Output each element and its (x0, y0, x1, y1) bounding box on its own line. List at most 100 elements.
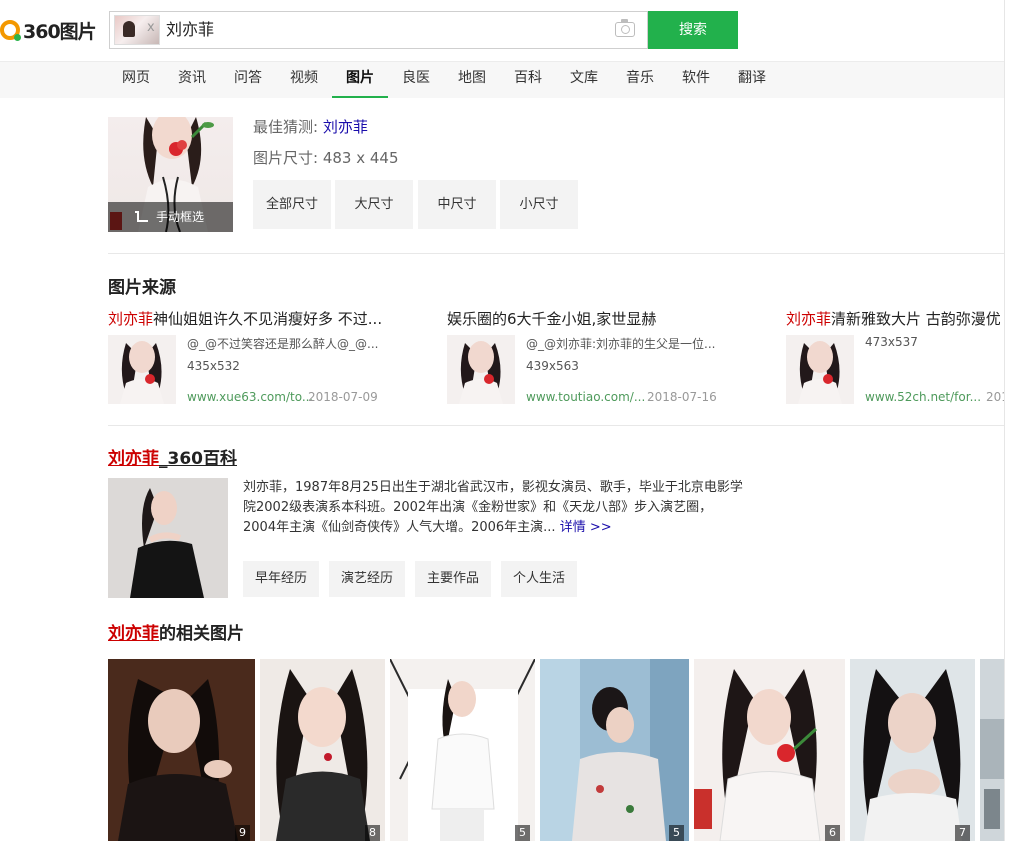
related-image[interactable] (980, 659, 1004, 841)
best-guess: 最佳猜测: 刘亦菲 (253, 116, 368, 137)
tab-wenku[interactable]: 文库 (556, 62, 612, 98)
source-title-text: 神仙姐姐许久不见消瘦好多 不过... (153, 310, 383, 328)
source-description: @_@刘亦菲:刘亦菲的生父是一位... (526, 337, 716, 351)
related-heading-text: 的相关图片 (159, 624, 244, 644)
related-image[interactable]: 5 (540, 659, 689, 841)
source-title[interactable]: 刘亦菲神仙姐姐许久不见消瘦好多 不过... (108, 308, 438, 329)
baike-heading[interactable]: 刘亦菲_360百科 (108, 444, 237, 469)
related-image[interactable]: 7 (850, 659, 975, 841)
source-description: @_@不过笑容还是那么醉人@_@... (187, 337, 379, 351)
best-guess-link[interactable]: 刘亦菲 (323, 118, 368, 136)
clear-image-icon[interactable]: x (147, 20, 155, 35)
baike-heading-text: _360百科 (159, 449, 237, 469)
tab-software[interactable]: 软件 (668, 62, 724, 98)
tab-qa[interactable]: 问答 (220, 62, 276, 98)
source-thumbnail[interactable] (108, 335, 176, 404)
size-all-button[interactable]: 全部尺寸 (253, 180, 331, 229)
scrollbar-edge (1004, 0, 1009, 841)
size-large-button[interactable]: 大尺寸 (335, 180, 413, 229)
baike-career-button[interactable]: 演艺经历 (329, 561, 405, 597)
related-heading: 刘亦菲的相关图片 (108, 619, 244, 644)
dimensions-value: 483 x 445 (322, 149, 399, 167)
source-description: 473x537 (865, 335, 918, 349)
related-image[interactable]: 9 (108, 659, 255, 841)
crop-bar[interactable]: 手动框选 (108, 202, 233, 232)
crop-label: 手动框选 (156, 210, 205, 224)
image-count-badge: 8 (365, 825, 380, 841)
source-title-text: 娱乐圈的6大千金小姐,家世显赫 (447, 310, 657, 328)
source-thumbnail[interactable] (447, 335, 515, 404)
baike-image[interactable] (108, 478, 228, 598)
portrait-image (108, 478, 228, 598)
source-item: 刘亦菲神仙姐姐许久不见消瘦好多 不过... @_@不过笑容还是那么醉人@_@..… (108, 308, 438, 408)
source-thumbnail[interactable] (786, 335, 854, 404)
tab-web[interactable]: 网页 (108, 62, 164, 98)
tab-translate[interactable]: 翻译 (724, 62, 780, 98)
image-count-badge: 6 (825, 825, 840, 841)
search-input[interactable] (166, 12, 586, 48)
source-url[interactable]: www.xue63.com/to... (187, 390, 313, 404)
source-date: 2018-07-09 (308, 390, 378, 404)
related-heading-highlight[interactable]: 刘亦菲 (108, 624, 159, 644)
tab-music[interactable]: 音乐 (612, 62, 668, 98)
sources-heading: 图片来源 (108, 278, 176, 298)
related-image[interactable]: 6 (694, 659, 845, 841)
image-dimensions: 图片尺寸: 483 x 445 (253, 147, 399, 168)
portrait-image (980, 659, 1004, 841)
baike-more-link[interactable]: 详情 >> (560, 520, 612, 535)
baike-early-life-button[interactable]: 早年经历 (243, 561, 319, 597)
baike-summary-text: 刘亦菲，1987年8月25日出生于湖北省武汉市，影视女演员、歌手，毕业于北京电影… (243, 480, 743, 535)
source-title[interactable]: 刘亦菲清新雅致大片 古韵弥漫优 (786, 308, 1004, 329)
source-url[interactable]: www.52ch.net/for... (865, 390, 981, 404)
source-title[interactable]: 娱乐圈的6大千金小姐,家世显赫 (447, 308, 777, 329)
360-logo-icon (0, 20, 21, 41)
dimensions-label: 图片尺寸: (253, 149, 319, 167)
baike-personal-life-button[interactable]: 个人生活 (501, 561, 577, 597)
source-title-text: 清新雅致大片 古韵弥漫优 (831, 310, 1001, 328)
related-image[interactable]: 5 (390, 659, 535, 841)
portrait-image (850, 659, 975, 841)
baike-summary: 刘亦菲，1987年8月25日出生于湖北省武汉市，影视女演员、歌手，毕业于北京电影… (243, 478, 743, 538)
source-item: 刘亦菲清新雅致大片 古韵弥漫优 473x537 www.52ch.net/for… (786, 308, 1004, 408)
source-date: 2018-07-16 (647, 390, 717, 404)
portrait-image (786, 335, 854, 404)
portrait-image (108, 335, 176, 404)
divider (108, 253, 1004, 254)
logo-text: 360图片 (23, 20, 97, 43)
size-medium-button[interactable]: 中尺寸 (418, 180, 496, 229)
camera-icon[interactable] (615, 19, 635, 37)
tab-health[interactable]: 良医 (388, 62, 444, 98)
category-nav: 网页 资讯 问答 视频 图片 良医 地图 百科 文库 音乐 软件 翻译 (0, 61, 1004, 98)
size-small-button[interactable]: 小尺寸 (500, 180, 578, 229)
related-image[interactable]: 8 (260, 659, 385, 841)
source-size: 439x563 (526, 359, 579, 373)
tab-map[interactable]: 地图 (444, 62, 500, 98)
source-url[interactable]: www.toutiao.com/... (526, 390, 645, 404)
portrait-image (447, 335, 515, 404)
portrait-image (694, 659, 845, 841)
image-count-badge: 9 (235, 825, 250, 841)
source-title-highlight: 刘亦菲 (786, 310, 832, 328)
tab-video[interactable]: 视频 (276, 62, 332, 98)
query-image[interactable]: 手动框选 (108, 117, 233, 232)
tab-news[interactable]: 资讯 (164, 62, 220, 98)
portrait-image (260, 659, 385, 841)
best-guess-label: 最佳猜测: (253, 118, 319, 136)
baike-works-button[interactable]: 主要作品 (415, 561, 491, 597)
crop-icon (135, 211, 148, 222)
image-count-badge: 5 (515, 825, 530, 841)
source-item: 娱乐圈的6大千金小姐,家世显赫 @_@刘亦菲:刘亦菲的生父是一位... 439x… (447, 308, 777, 408)
tab-images[interactable]: 图片 (332, 62, 388, 98)
source-title-highlight: 刘亦菲 (108, 310, 154, 328)
image-count-badge: 7 (955, 825, 970, 841)
source-size: 435x532 (187, 359, 240, 373)
baike-heading-highlight: 刘亦菲 (108, 449, 159, 469)
logo[interactable]: 360图片 (0, 16, 97, 44)
portrait-image (390, 659, 535, 841)
portrait-image (108, 659, 255, 841)
tab-baike[interactable]: 百科 (500, 62, 556, 98)
divider (108, 425, 1004, 426)
search-box: x (109, 11, 648, 49)
image-count-badge: 5 (669, 825, 684, 841)
search-button[interactable]: 搜索 (648, 11, 738, 49)
